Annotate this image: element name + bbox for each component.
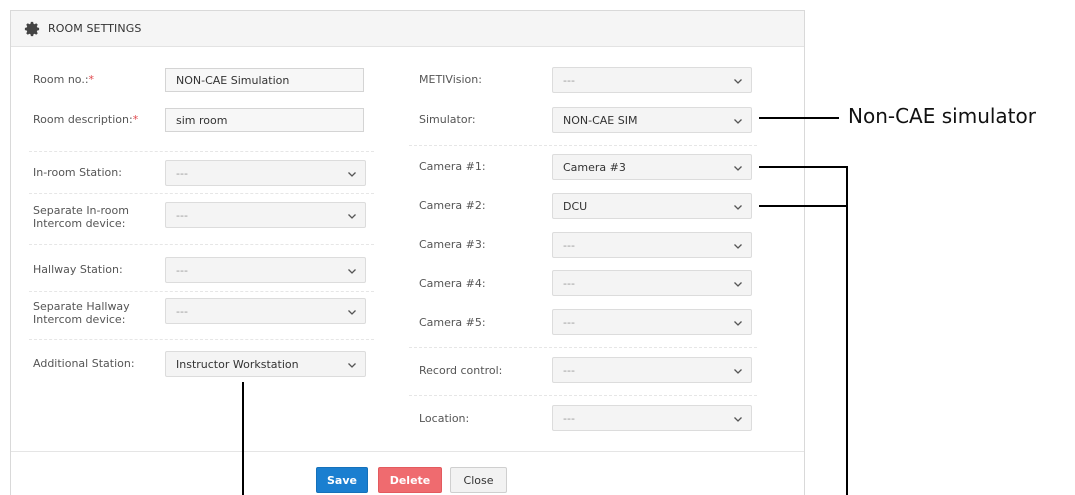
chevron-down-icon: [734, 119, 742, 124]
camera5-label: Camera #5:: [419, 316, 486, 329]
metivision-select[interactable]: ---: [552, 67, 752, 93]
chevron-down-icon: [734, 282, 742, 287]
room-description-input[interactable]: sim room: [165, 108, 364, 132]
in-room-station-label: In-room Station:: [33, 166, 122, 179]
camera1-label: Camera #1:: [419, 160, 486, 173]
save-button[interactable]: Save: [316, 467, 368, 493]
metivision-label: METIVision:: [419, 73, 482, 86]
separate-hallway-intercom-label: Separate Hallway Intercom device:: [33, 300, 130, 326]
divider: [409, 145, 757, 146]
camera2-callout-line: [759, 205, 847, 207]
record-control-label: Record control:: [419, 364, 503, 377]
camera2-label: Camera #2:: [419, 199, 486, 212]
chevron-down-icon: [348, 363, 356, 368]
divider: [29, 291, 374, 292]
chevron-down-icon: [348, 214, 356, 219]
room-no-input[interactable]: NON-CAE Simulation: [165, 68, 364, 92]
divider: [409, 395, 757, 396]
chevron-down-icon: [734, 205, 742, 210]
chevron-down-icon: [348, 310, 356, 315]
separate-in-room-intercom-label: Separate In-room Intercom device:: [33, 204, 129, 230]
hallway-station-label: Hallway Station:: [33, 263, 123, 276]
camera2-select[interactable]: DCU: [552, 193, 752, 219]
camera3-label: Camera #3:: [419, 238, 486, 251]
chevron-down-icon: [734, 244, 742, 249]
divider: [29, 151, 374, 152]
camera1-select[interactable]: Camera #3: [552, 154, 752, 180]
additional-station-callout-line: [242, 382, 244, 495]
camera4-label: Camera #4:: [419, 277, 486, 290]
location-select[interactable]: ---: [552, 405, 752, 431]
separate-hallway-intercom-select[interactable]: ---: [165, 298, 366, 324]
chevron-down-icon: [348, 172, 356, 177]
simulator-label: Simulator:: [419, 113, 476, 126]
chevron-down-icon: [734, 321, 742, 326]
additional-station-label: Additional Station:: [33, 357, 135, 370]
delete-button[interactable]: Delete: [378, 467, 442, 493]
camera4-select[interactable]: ---: [552, 270, 752, 296]
chevron-down-icon: [734, 79, 742, 84]
dialog-header: ROOM SETTINGS: [11, 11, 804, 47]
room-settings-dialog: ROOM SETTINGS Room no.:* NON-CAE Simulat…: [10, 10, 805, 495]
chevron-down-icon: [348, 269, 356, 274]
record-control-select[interactable]: ---: [552, 357, 752, 383]
close-button[interactable]: Close: [450, 467, 507, 493]
divider: [29, 193, 374, 194]
chevron-down-icon: [734, 369, 742, 374]
divider: [29, 244, 374, 245]
gear-icon: [24, 21, 40, 37]
dialog-title: ROOM SETTINGS: [48, 22, 142, 35]
footer-divider: [11, 451, 804, 452]
chevron-down-icon: [734, 417, 742, 422]
additional-station-select[interactable]: Instructor Workstation: [165, 351, 366, 377]
room-description-label: Room description:*: [33, 113, 139, 126]
camera-callout-vertical-line: [846, 166, 848, 495]
camera1-callout-line: [759, 166, 847, 168]
camera3-select[interactable]: ---: [552, 232, 752, 258]
simulator-callout-line: [759, 117, 839, 119]
divider: [409, 347, 757, 348]
separate-in-room-intercom-select[interactable]: ---: [165, 202, 366, 228]
camera5-select[interactable]: ---: [552, 309, 752, 335]
room-no-label: Room no.:*: [33, 73, 95, 86]
divider: [29, 339, 374, 340]
hallway-station-select[interactable]: ---: [165, 257, 366, 283]
simulator-callout-text: Non-CAE simulator: [848, 104, 1036, 128]
in-room-station-select[interactable]: ---: [165, 160, 366, 186]
chevron-down-icon: [734, 166, 742, 171]
simulator-select[interactable]: NON-CAE SIM: [552, 107, 752, 133]
location-label: Location:: [419, 412, 470, 425]
